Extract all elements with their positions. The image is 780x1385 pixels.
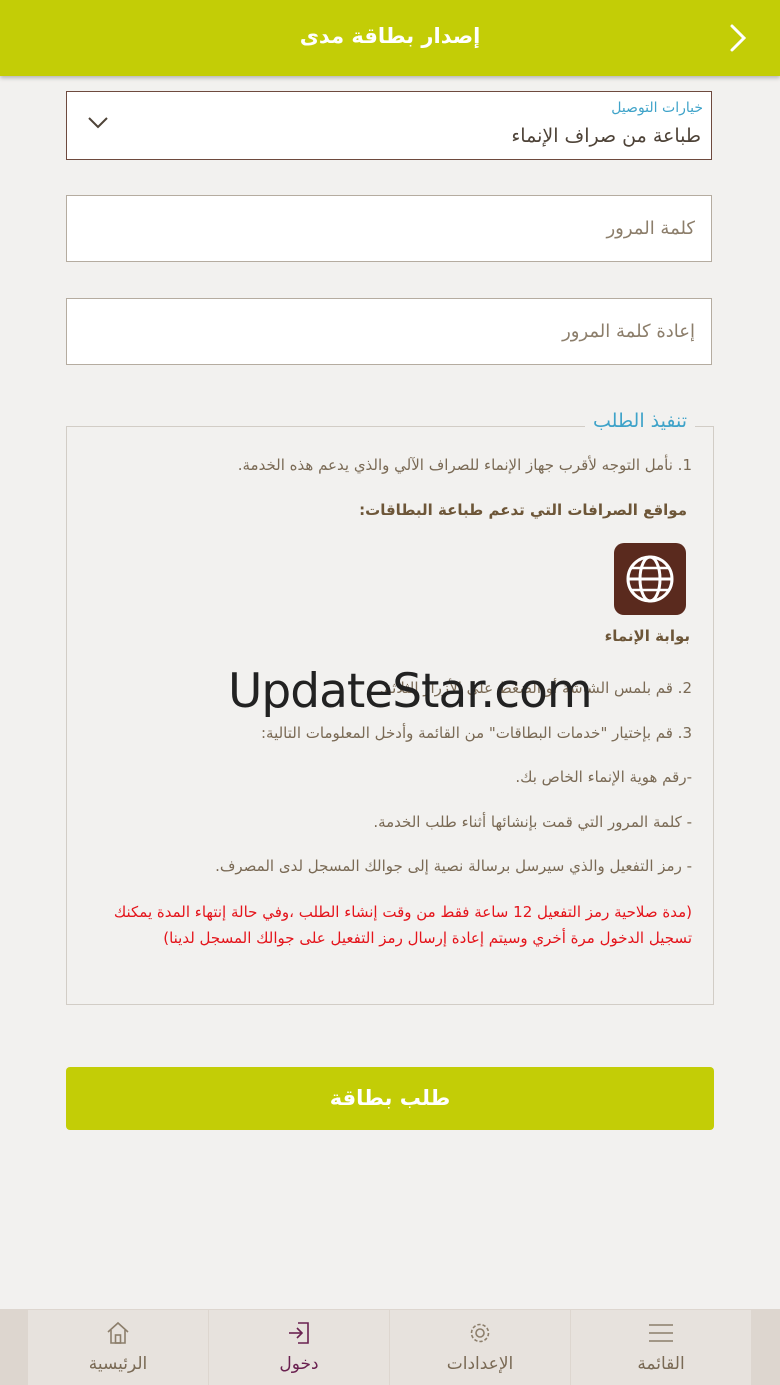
password-field-wrapper [66,195,712,262]
login-icon [289,1322,309,1344]
back-button[interactable] [722,20,756,56]
gear-icon [470,1323,490,1343]
home-icon [107,1321,129,1344]
delivery-options-select[interactable]: خيارات التوصيل طباعة من صراف الإنماء [66,91,712,160]
step-3-text: 3. قم بإختيار "خدمات البطاقات" من القائم… [260,724,692,742]
confirm-password-field[interactable] [67,299,711,364]
confirm-password-field-wrapper [66,298,712,365]
step-1-text: 1. نأمل التوجه لأقرب جهاز الإنماء للصراف… [237,456,692,474]
request-card-button[interactable]: طلب بطاقة [66,1067,714,1130]
globe-icon [626,555,674,603]
nav-home[interactable]: الرئيسية [28,1310,208,1385]
watermark: UpdateStar.com [228,664,593,719]
delivery-options-label: خيارات التوصيل [611,100,703,116]
chevron-down-icon [88,117,108,129]
password-field[interactable] [67,196,711,261]
alinma-portal-label: بوابة الإنماء [604,627,690,645]
nav-settings[interactable]: الإعدادات [390,1310,570,1385]
activation-note: (مدة صلاحية رمز التفعيل 12 ساعة فقط من و… [113,903,692,947]
menu-icon [649,1324,673,1342]
nav-login[interactable]: دخول [209,1310,389,1385]
nav-settings-label: الإعدادات [446,1354,514,1374]
atm-locations-heading: مواقع الصرافات التي تدعم طباعة البطاقات: [359,501,687,519]
instructions-legend: تنفيذ الطلب [585,410,695,432]
nav-login-label: دخول [279,1354,319,1374]
required-item-password: - كلمة المرور التي قمت بإنشائها أثناء طل… [373,813,692,831]
nav-menu[interactable]: القائمة [571,1310,751,1385]
bottom-nav: الرئيسية دخول الإعدادات القائمة [0,1309,780,1385]
app-header: إصدار بطاقة مدى [0,0,780,76]
nav-menu-label: القائمة [637,1354,685,1374]
nav-home-label: الرئيسية [88,1354,148,1374]
delivery-options-value: طباعة من صراف الإنماء [511,125,701,147]
required-item-code: - رمز التفعيل والذي سيرسل برسالة نصية إل… [215,857,692,875]
page-title: إصدار بطاقة مدى [299,24,481,48]
chevron-right-icon [730,24,747,52]
required-item-id: -رقم هوية الإنماء الخاص بك. [515,768,692,786]
alinma-portal-button[interactable] [614,543,686,615]
